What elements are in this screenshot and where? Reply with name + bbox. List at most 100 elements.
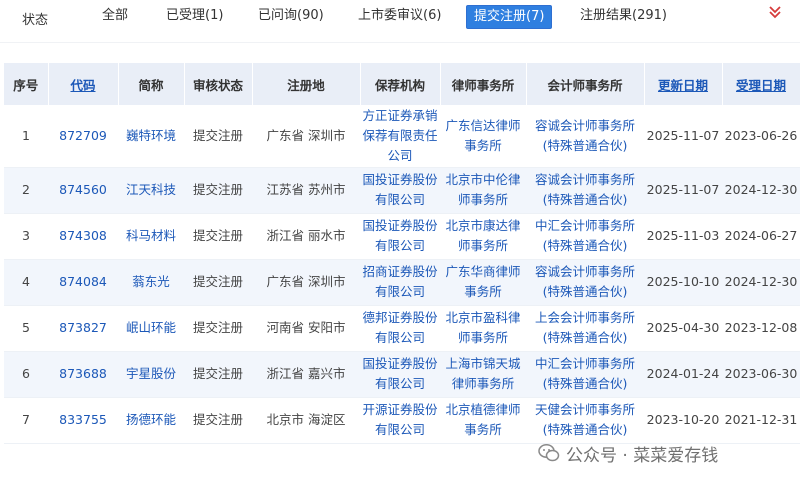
cell-sponsor[interactable]: 招商证券股份有限公司 — [360, 259, 440, 306]
cell-registered-place: 河南省 安阳市 — [252, 305, 360, 352]
cell-review-status: 提交注册 — [184, 305, 252, 352]
cell-updated-date: 2025-11-07 — [644, 167, 722, 214]
cell-sponsor[interactable]: 国投证券股份有限公司 — [360, 213, 440, 260]
cell-accepted-date: 2024-12-30 — [722, 259, 800, 306]
cell-accepted-date: 2023-12-08 — [722, 305, 800, 352]
header-accepted-date[interactable]: 受理日期 — [722, 63, 800, 105]
cell-sponsor[interactable]: 国投证券股份有限公司 — [360, 351, 440, 398]
cell-updated-date: 2023-10-20 — [644, 397, 722, 444]
cell-law-firm[interactable]: 北京市中伦律师事务所 — [440, 167, 526, 214]
cell-short-name[interactable]: 扬德环能 — [118, 397, 184, 444]
cell-short-name[interactable]: 蓊东光 — [118, 259, 184, 306]
watermark: 公众号 · 菜菜爱存钱 — [538, 438, 788, 468]
cell-accepted-date: 2024-06-27 — [722, 213, 800, 260]
cell-accepted-date: 2024-12-30 — [722, 167, 800, 214]
cell-updated-date: 2025-11-03 — [644, 213, 722, 260]
cell-short-name[interactable]: 巍特环境 — [118, 105, 184, 168]
table-row: 5 873827 岷山环能 提交注册 河南省 安阳市 德邦证券股份有限公司 北京市盈科律师事… — [4, 305, 800, 352]
cell-sponsor[interactable]: 方正证券承销保荐有限责任公司 — [360, 105, 440, 168]
cell-registered-place: 广东省 深圳市 — [252, 105, 360, 168]
cell-law-firm[interactable]: 广东信达律师事务所 — [440, 105, 526, 168]
registration-table: 序号 代码 简称 审核状态 注册地 保荐机构 律师事务所 会计师事务所 更新日期… — [4, 63, 800, 444]
cell-code[interactable]: 873688 — [48, 351, 118, 398]
cell-short-name[interactable]: 江天科技 — [118, 167, 184, 214]
cell-sponsor[interactable]: 开源证券股份有限公司 — [360, 397, 440, 444]
cell-updated-date: 2024-01-24 — [644, 351, 722, 398]
cell-code[interactable]: 873827 — [48, 305, 118, 352]
cell-accepted-date: 2023-06-26 — [722, 105, 800, 168]
cell-updated-date: 2025-10-10 — [644, 259, 722, 306]
table-row: 3 874308 科马材料 提交注册 浙江省 丽水市 国投证券股份有限公司 北京市康达律师事… — [4, 213, 800, 260]
cell-law-firm[interactable]: 上海市锦天城律师事务所 — [440, 351, 526, 398]
tab-inquired[interactable]: 已问询(90) — [258, 5, 324, 27]
cell-law-firm[interactable]: 广东华商律师事务所 — [440, 259, 526, 306]
cell-sponsor[interactable]: 德邦证券股份有限公司 — [360, 305, 440, 352]
cell-accounting-firm[interactable]: 上会会计师事务所(特殊普通合伙) — [526, 305, 644, 352]
cell-review-status: 提交注册 — [184, 397, 252, 444]
table-header-row: 序号 代码 简称 审核状态 注册地 保荐机构 律师事务所 会计师事务所 更新日期… — [4, 63, 800, 105]
cell-code[interactable]: 833755 — [48, 397, 118, 444]
header-code[interactable]: 代码 — [48, 63, 119, 105]
header-law-firm: 律师事务所 — [440, 63, 527, 105]
cell-code[interactable]: 874308 — [48, 213, 118, 260]
cell-index: 4 — [4, 259, 48, 306]
cell-accounting-firm[interactable]: 中汇会计师事务所(特殊普通合伙) — [526, 213, 644, 260]
status-filter-label: 状态 — [22, 13, 49, 28]
cell-index: 6 — [4, 351, 48, 398]
cell-short-name[interactable]: 宇星股份 — [118, 351, 184, 398]
cell-index: 3 — [4, 213, 48, 260]
table-row: 2 874560 江天科技 提交注册 江苏省 苏州市 国投证券股份有限公司 北京市中伦律师事… — [4, 167, 800, 214]
tab-all[interactable]: 全部 — [102, 5, 128, 27]
cell-accounting-firm[interactable]: 容诚会计师事务所(特殊普通合伙) — [526, 167, 644, 214]
cell-updated-date: 2025-04-30 — [644, 305, 722, 352]
cell-accounting-firm[interactable]: 容诚会计师事务所(特殊普通合伙) — [526, 259, 644, 306]
table-row: 1 872709 巍特环境 提交注册 广东省 深圳市 方正证券承销保荐有限责任公司 广东信达… — [4, 105, 800, 168]
double-chevron-down-icon[interactable] — [768, 4, 782, 20]
cell-law-firm[interactable]: 北京市康达律师事务所 — [440, 213, 526, 260]
divider — [0, 42, 800, 43]
cell-index: 2 — [4, 167, 48, 214]
tab-registration-result[interactable]: 注册结果(291) — [580, 5, 667, 27]
cell-sponsor[interactable]: 国投证券股份有限公司 — [360, 167, 440, 214]
status-filter-bar: 状态 全部 已受理(1) 已问询(90) 上市委审议(6) 提交注册(7) 注册… — [0, 0, 800, 32]
cell-updated-date: 2025-11-07 — [644, 105, 722, 168]
header-registered-place: 注册地 — [252, 63, 361, 105]
header-updated-date[interactable]: 更新日期 — [644, 63, 723, 105]
cell-short-name[interactable]: 岷山环能 — [118, 305, 184, 352]
cell-registered-place: 浙江省 嘉兴市 — [252, 351, 360, 398]
cell-accounting-firm[interactable]: 天健会计师事务所(特殊普通合伙) — [526, 397, 644, 444]
cell-index: 1 — [4, 105, 48, 168]
cell-accepted-date: 2021-12-31 — [722, 397, 800, 444]
table-row: 7 833755 扬德环能 提交注册 北京市 海淀区 开源证券股份有限公司 北京植德律师事务… — [4, 397, 800, 444]
cell-accepted-date: 2023-06-30 — [722, 351, 800, 398]
watermark-text: 公众号 · 菜菜爱存钱 — [566, 445, 719, 466]
cell-code[interactable]: 874084 — [48, 259, 118, 306]
header-index: 序号 — [4, 63, 49, 105]
cell-accounting-firm[interactable]: 中汇会计师事务所(特殊普通合伙) — [526, 351, 644, 398]
cell-review-status: 提交注册 — [184, 167, 252, 214]
cell-review-status: 提交注册 — [184, 213, 252, 260]
cell-registered-place: 北京市 海淀区 — [252, 397, 360, 444]
cell-registered-place: 江苏省 苏州市 — [252, 167, 360, 214]
cell-review-status: 提交注册 — [184, 351, 252, 398]
cell-registered-place: 浙江省 丽水市 — [252, 213, 360, 260]
header-sponsor: 保荐机构 — [360, 63, 441, 105]
header-short-name: 简称 — [118, 63, 185, 105]
cell-law-firm[interactable]: 北京市盈科律师事务所 — [440, 305, 526, 352]
tab-listing-committee[interactable]: 上市委审议(6) — [358, 5, 441, 27]
cell-code[interactable]: 874560 — [48, 167, 118, 214]
table-row: 4 874084 蓊东光 提交注册 广东省 深圳市 招商证券股份有限公司 广东华商律师事务所… — [4, 259, 800, 306]
cell-code[interactable]: 872709 — [48, 105, 118, 168]
header-accounting-firm: 会计师事务所 — [526, 63, 645, 105]
table-row: 6 873688 宇星股份 提交注册 浙江省 嘉兴市 国投证券股份有限公司 上海市锦天城律师… — [4, 351, 800, 398]
tab-accepted[interactable]: 已受理(1) — [166, 5, 223, 27]
cell-index: 7 — [4, 397, 48, 444]
tab-submitted-registration[interactable]: 提交注册(7) — [466, 5, 553, 29]
cell-short-name[interactable]: 科马材料 — [118, 213, 184, 260]
cell-index: 5 — [4, 305, 48, 352]
header-review-status: 审核状态 — [184, 63, 253, 105]
cell-law-firm[interactable]: 北京植德律师事务所 — [440, 397, 526, 444]
cell-accounting-firm[interactable]: 容诚会计师事务所(特殊普通合伙) — [526, 105, 644, 168]
cell-registered-place: 广东省 深圳市 — [252, 259, 360, 306]
cell-review-status: 提交注册 — [184, 105, 252, 168]
